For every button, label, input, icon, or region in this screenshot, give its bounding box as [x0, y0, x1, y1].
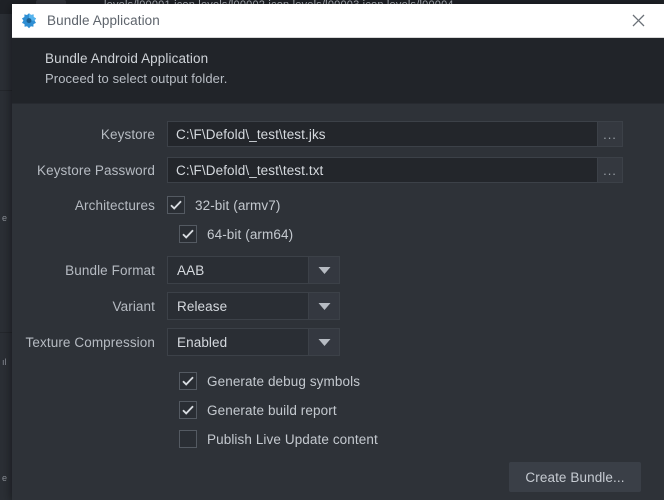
- checkmark-icon: [179, 225, 197, 243]
- chevron-down-icon: [308, 293, 339, 319]
- keystore-browse-button[interactable]: ...: [597, 121, 623, 147]
- rail-glyph: e: [2, 473, 8, 483]
- bundle-format-label: Bundle Format: [65, 262, 155, 278]
- bundle-format-row: Bundle Format AAB: [12, 256, 340, 284]
- checkbox-generate-build-report[interactable]: Generate build report: [179, 401, 337, 419]
- checkbox-publish-live-update[interactable]: Publish Live Update content: [179, 430, 378, 448]
- keystore-password-browse-button[interactable]: ...: [597, 157, 623, 183]
- dialog-title-bar[interactable]: Bundle Application: [12, 4, 664, 38]
- defold-logo-icon: [20, 12, 38, 30]
- keystore-input-group: ...: [167, 121, 623, 147]
- keystore-password-input[interactable]: [167, 157, 597, 183]
- variant-select[interactable]: Release: [167, 292, 340, 320]
- close-icon[interactable]: [618, 4, 658, 37]
- rail-divider: [0, 90, 12, 91]
- texture-compression-row: Texture Compression Enabled: [12, 328, 340, 356]
- header-title: Bundle Android Application: [45, 51, 209, 66]
- checkbox-generate-build-report-label: Generate build report: [207, 402, 337, 418]
- rail-divider: [0, 332, 12, 333]
- bundle-format-value: AAB: [177, 262, 205, 278]
- keystore-label: Keystore: [100, 126, 155, 142]
- rail-glyph: ıl: [2, 357, 7, 367]
- chevron-down-icon: [308, 329, 339, 355]
- checkbox-arch-32bit-label: 32-bit (armv7): [195, 197, 281, 213]
- keystore-password-input-group: ...: [167, 157, 623, 183]
- bundle-application-dialog: Bundle Application Bundle Android Applic…: [12, 4, 664, 500]
- architectures-row: Architectures 32-bit (armv7): [12, 196, 280, 214]
- variant-value: Release: [177, 298, 228, 314]
- texture-compression-value: Enabled: [177, 334, 228, 350]
- bundle-format-select[interactable]: AAB: [167, 256, 340, 284]
- rail-glyph: e: [2, 213, 8, 223]
- header-subtitle: Proceed to select output folder.: [45, 71, 228, 86]
- architectures-label: Architectures: [74, 197, 155, 213]
- variant-row: Variant Release: [12, 292, 340, 320]
- checkmark-icon: [179, 401, 197, 419]
- keystore-password-row: Keystore Password ...: [12, 157, 623, 183]
- flag-row-build-report: Generate build report: [179, 401, 337, 419]
- dialog-header: Bundle Android Application Proceed to se…: [12, 38, 664, 104]
- dialog-title: Bundle Application: [47, 13, 160, 28]
- create-bundle-button[interactable]: Create Bundle...: [509, 462, 641, 492]
- variant-label: Variant: [112, 298, 155, 314]
- checkbox-empty-icon: [179, 430, 197, 448]
- checkbox-generate-debug-symbols-label: Generate debug symbols: [207, 373, 361, 389]
- checkbox-arch-64bit-label: 64-bit (arm64): [207, 226, 294, 242]
- texture-compression-select[interactable]: Enabled: [167, 328, 340, 356]
- checkbox-arch-64bit[interactable]: 64-bit (arm64): [179, 225, 293, 243]
- checkmark-icon: [167, 196, 185, 214]
- texture-compression-label: Texture Compression: [25, 334, 155, 350]
- keystore-password-label: Keystore Password: [37, 162, 155, 178]
- chevron-down-icon: [308, 257, 339, 283]
- keystore-row: Keystore ...: [12, 121, 623, 147]
- flag-row-live-update: Publish Live Update content: [179, 430, 378, 448]
- checkmark-icon: [179, 372, 197, 390]
- dialog-body: Keystore ... Keystore Password ... Archi…: [12, 104, 664, 500]
- checkbox-generate-debug-symbols[interactable]: Generate debug symbols: [179, 372, 360, 390]
- keystore-input[interactable]: [167, 121, 597, 147]
- flag-row-debug-symbols: Generate debug symbols: [179, 372, 360, 390]
- checkbox-publish-live-update-label: Publish Live Update content: [207, 431, 378, 447]
- architectures-row-second: 64-bit (arm64): [167, 225, 293, 243]
- checkbox-arch-32bit[interactable]: 32-bit (armv7): [167, 196, 280, 214]
